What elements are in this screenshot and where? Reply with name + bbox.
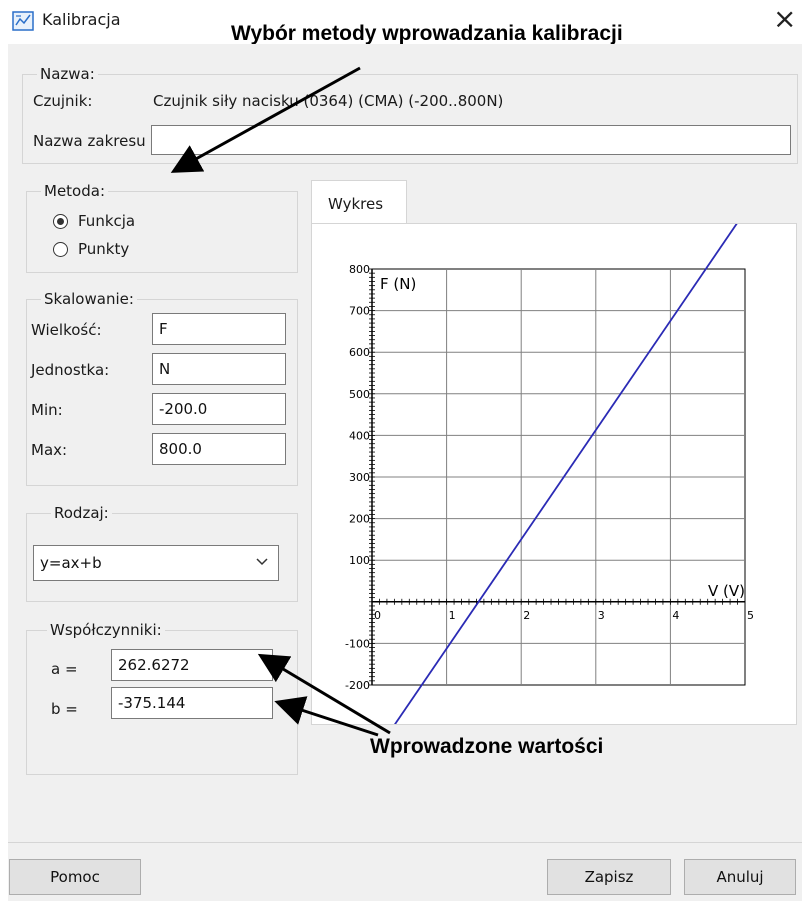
- x-tick-label: 1: [449, 609, 456, 622]
- save-button[interactable]: Zapisz: [547, 859, 671, 895]
- type-group-legend: Rodzaj:: [51, 503, 112, 523]
- max-field[interactable]: [152, 433, 286, 465]
- y-tick-label: 400: [349, 429, 370, 442]
- method-radio-points[interactable]: [53, 242, 68, 257]
- scaling-group-legend: Skalowanie:: [41, 289, 137, 309]
- y-tick-label: 500: [349, 388, 370, 401]
- range-name-field[interactable]: [151, 125, 791, 155]
- method-group-legend: Metoda:: [41, 181, 108, 201]
- quantity-field[interactable]: [152, 313, 286, 345]
- y-tick-label: 300: [349, 471, 370, 484]
- unit-field[interactable]: [152, 353, 286, 385]
- bottom-separator: [8, 842, 802, 843]
- scaling-group: Skalowanie: Wielkość: Jednostka: Min: Ma…: [26, 289, 298, 486]
- coef-a-field[interactable]: [111, 649, 273, 681]
- coef-b-label: b =: [51, 700, 78, 718]
- coefficients-group-legend: Współczynniki:: [47, 620, 165, 640]
- coef-b-field[interactable]: [111, 687, 273, 719]
- chart-panel: 0 1 2 3 4 5 -200 -100 100 200 300 400 500 600 700 800 F …: [311, 223, 797, 725]
- x-axis-label: V (V): [708, 582, 745, 600]
- tab-chart-label: Wykres: [328, 195, 384, 213]
- y-tick-label: -200: [345, 679, 370, 692]
- method-radio-function[interactable]: [53, 214, 68, 229]
- radio-selected-dot: [57, 218, 64, 225]
- x-tick-label: 3: [598, 609, 605, 622]
- x-tick-label: 5: [747, 609, 754, 622]
- chevron-down-icon: [256, 558, 268, 566]
- y-tick-label: 200: [349, 513, 370, 526]
- unit-label: Jednostka:: [31, 361, 110, 379]
- sensor-value: Czujnik siły nacisku (0364) (CMA) (-200.…: [153, 92, 504, 110]
- y-tick-label: 700: [349, 305, 370, 318]
- x-tick-label: 2: [523, 609, 530, 622]
- name-group: Nazwa: Czujnik: Czujnik siły nacisku (03…: [22, 64, 798, 164]
- window-title: Kalibracja: [42, 10, 121, 29]
- calibration-line: [394, 224, 738, 724]
- method-group: Metoda: Funkcja Punkty: [26, 181, 298, 273]
- cancel-button[interactable]: Anuluj: [684, 859, 796, 895]
- x-tick-label: 0: [374, 609, 381, 622]
- calibration-chart: 0 1 2 3 4 5 -200 -100 100 200 300 400 500 600 700 800 F …: [345, 224, 754, 724]
- y-axis-label: F (N): [380, 275, 416, 293]
- x-tick-label: 4: [672, 609, 679, 622]
- tab-chart[interactable]: Wykres: [311, 180, 407, 224]
- window-icon: [12, 11, 34, 31]
- method-option-function-label[interactable]: Funkcja: [78, 211, 135, 231]
- y-tick-label: -100: [345, 637, 370, 650]
- y-tick-label: 100: [349, 554, 370, 567]
- name-group-legend: Nazwa:: [37, 64, 98, 84]
- sensor-label: Czujnik:: [33, 92, 93, 110]
- type-group: Rodzaj: y=ax+b: [26, 503, 298, 602]
- coef-a-label: a =: [51, 660, 78, 678]
- annotation-method-title: Wybór metody wprowadzania kalibracji: [231, 22, 623, 45]
- range-name-label: Nazwa zakresu: [33, 132, 146, 150]
- help-button[interactable]: Pomoc: [9, 859, 141, 895]
- coefficients-group: Współczynniki: a = b =: [26, 620, 298, 775]
- min-field[interactable]: [152, 393, 286, 425]
- type-select[interactable]: y=ax+b: [33, 545, 279, 581]
- annotation-values-note: Wprowadzone wartości: [370, 735, 604, 758]
- max-label: Max:: [31, 441, 68, 459]
- type-select-value: y=ax+b: [40, 554, 102, 572]
- y-tick-label: 600: [349, 346, 370, 359]
- y-tick-label: 800: [349, 263, 370, 276]
- quantity-label: Wielkość:: [31, 321, 102, 339]
- method-option-points-label[interactable]: Punkty: [78, 239, 129, 259]
- close-icon[interactable]: ×: [773, 2, 796, 36]
- min-label: Min:: [31, 401, 63, 419]
